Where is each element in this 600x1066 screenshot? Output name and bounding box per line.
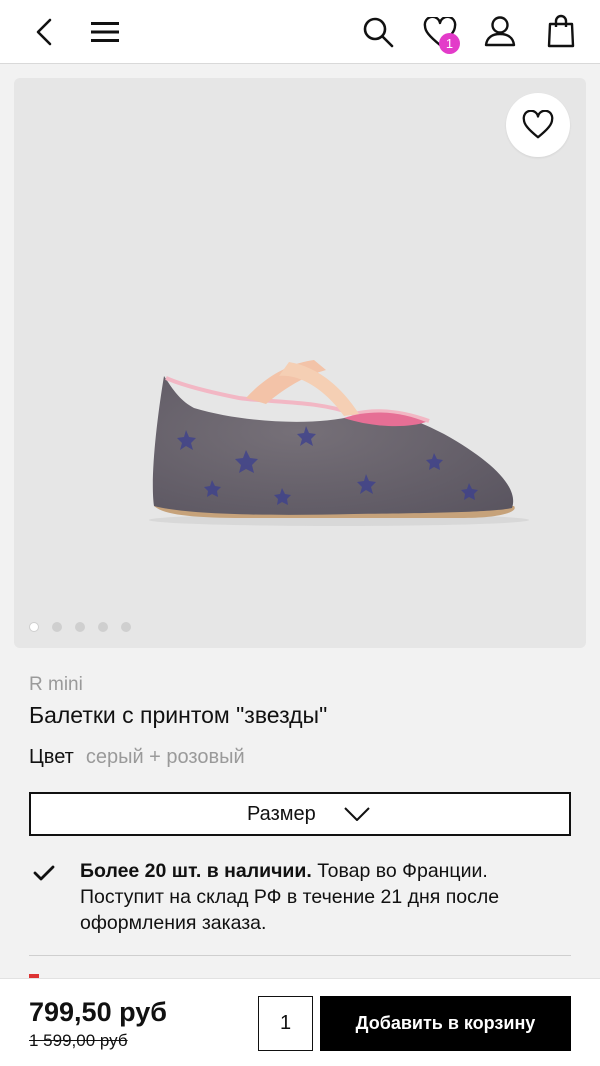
color-value: серый + розовый <box>85 746 245 768</box>
user-icon[interactable] <box>484 15 516 47</box>
search-icon[interactable] <box>362 16 394 48</box>
gallery-dot[interactable] <box>121 622 131 632</box>
stock-info: Более 20 шт. в наличии. Товар во Франции… <box>80 858 570 936</box>
size-select-button[interactable]: Размер <box>29 792 571 836</box>
old-price: 1 599,00 руб <box>29 1031 128 1050</box>
product-title: Балетки с принтом "звезды" <box>29 702 328 728</box>
product-photo <box>149 360 529 526</box>
shopping-bag-icon[interactable] <box>547 14 575 48</box>
gallery-dot[interactable] <box>98 622 108 632</box>
gallery-dot[interactable] <box>75 622 85 632</box>
quantity-input[interactable]: 1 <box>258 996 313 1051</box>
color-label: Цвет <box>29 746 74 768</box>
product-image-gallery[interactable] <box>14 78 586 648</box>
purchase-bar: 799,50 руб 1 599,00 руб 1 Добавить в кор… <box>0 978 600 1066</box>
divider <box>29 955 571 956</box>
gallery-dot[interactable] <box>29 622 39 632</box>
current-price: 799,50 руб <box>29 997 167 1027</box>
stock-availability: Более 20 шт. в наличии. <box>80 860 312 882</box>
color-row: Цвет серый + розовый <box>29 746 245 769</box>
wishlist-count-badge: 1 <box>439 33 460 54</box>
checkmark-icon <box>33 865 55 881</box>
product-brand[interactable]: R mini <box>29 674 83 696</box>
add-to-favorites-button[interactable] <box>506 93 570 157</box>
size-label: Размер <box>247 803 316 825</box>
add-to-cart-button[interactable]: Добавить в корзину <box>320 996 571 1051</box>
chevron-down-icon <box>344 807 370 821</box>
gallery-dot[interactable] <box>52 622 62 632</box>
top-navigation-bar: 1 <box>0 0 600 64</box>
chevron-left-icon[interactable] <box>34 18 56 46</box>
heart-icon <box>522 110 554 139</box>
hamburger-icon[interactable] <box>91 21 119 43</box>
